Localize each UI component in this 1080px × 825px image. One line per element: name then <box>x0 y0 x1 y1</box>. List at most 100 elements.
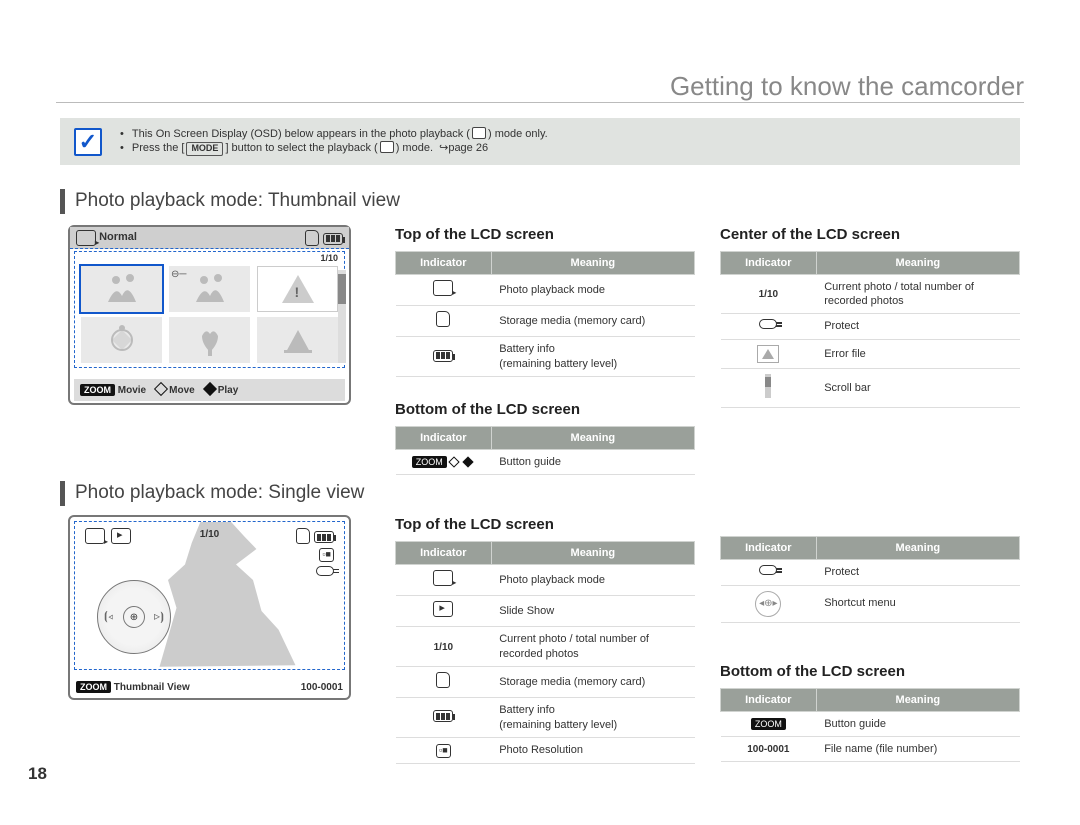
thumbnail <box>257 317 338 363</box>
sub-heading: Center of the LCD screen <box>720 225 1020 245</box>
cell: Storage media (memory card) <box>491 306 694 337</box>
photo-mode-icon <box>433 570 453 586</box>
lcd-thumbnail: Normal 1/10 ⊖─ ZOOM Movie Move Play <box>68 225 351 405</box>
diamond-icon <box>448 456 459 467</box>
movie-label: Movie <box>118 385 146 396</box>
battery-icon <box>323 233 343 245</box>
shortcut-menu-icon: ◂⊕▸ <box>755 591 781 617</box>
cell: Protect <box>816 560 1019 585</box>
cell: Battery info(remaining battery level) <box>491 337 694 377</box>
table-thumb-bottom: IndicatorMeaning ZOOM Button guide <box>395 426 695 476</box>
key-icon <box>759 319 777 329</box>
play-icon <box>203 381 217 395</box>
th-indicator: Indicator <box>721 537 817 560</box>
move-icon <box>154 381 168 395</box>
note-line: This On Screen Display (OSD) below appea… <box>120 127 1010 141</box>
photo-mode-icon <box>76 230 96 246</box>
photo-mode-icon <box>85 528 105 544</box>
battery-icon <box>314 531 334 543</box>
cell: File name (file number) <box>816 737 1019 762</box>
zoom-icon: ⊕ <box>123 606 145 628</box>
cell: Photo Resolution <box>491 737 694 763</box>
zoom-chip: ZOOM <box>751 718 786 730</box>
cell: Error file <box>816 339 1019 368</box>
th-meaning: Meaning <box>491 426 694 449</box>
cell: Battery info(remaining battery level) <box>491 698 694 738</box>
battery-icon <box>433 350 453 362</box>
file-text: 100-0001 <box>747 744 789 755</box>
sub-heading: Top of the LCD screen <box>395 515 695 535</box>
slideshow-icon <box>111 528 131 544</box>
zoom-chip: ZOOM <box>76 681 111 693</box>
diamond-icon <box>462 456 473 467</box>
thumbnail <box>81 266 162 312</box>
note-box: ✓ This On Screen Display (OSD) below app… <box>60 118 1020 165</box>
page-number: 18 <box>28 763 47 785</box>
table-single-top-b: IndicatorMeaning Protect ◂⊕▸ Shortcut men… <box>720 536 1020 623</box>
arrow-right-icon: ▹⦘ <box>154 609 164 625</box>
th-meaning: Meaning <box>816 537 1019 560</box>
card-icon <box>296 528 310 544</box>
slideshow-icon <box>433 601 453 617</box>
lock-icon: ⊖─ <box>171 268 186 281</box>
thumbnail <box>81 317 162 363</box>
th-indicator: Indicator <box>396 251 492 274</box>
playback-mode-icon <box>380 141 394 153</box>
cell: Storage media (memory card) <box>491 666 694 697</box>
page-title: Getting to know the camcorder <box>670 70 1024 104</box>
photo-mode-icon <box>433 280 453 296</box>
cell: Scroll bar <box>816 368 1019 407</box>
mode-button-label: MODE <box>186 142 223 156</box>
table-thumb-center: IndicatorMeaning 1/10 Current photo / tot… <box>720 251 1020 409</box>
sub-heading: Top of the LCD screen <box>395 225 695 245</box>
thumbnail: ⊖─ <box>169 266 250 312</box>
th-indicator: Indicator <box>396 426 492 449</box>
card-icon <box>436 311 450 327</box>
move-label: Move <box>169 385 195 396</box>
th-meaning: Meaning <box>816 688 1019 711</box>
scrollbar <box>338 270 346 363</box>
th-indicator: Indicator <box>396 541 492 564</box>
shortcut-menu-icon: ⦗◃ ⊕ ▹⦘ <box>97 580 171 654</box>
zoom-chip: ZOOM <box>80 384 115 396</box>
cell: Shortcut menu <box>816 585 1019 622</box>
photo-mode-icon <box>472 127 486 139</box>
normal-label: Normal <box>99 230 137 244</box>
file-number: 100-0001 <box>301 681 343 694</box>
battery-icon <box>433 710 453 722</box>
key-icon <box>759 565 777 575</box>
cell: Photo playback mode <box>491 564 694 595</box>
card-icon <box>436 672 450 688</box>
cell: Current photo / total number of recorded… <box>491 627 694 667</box>
cell: Button guide <box>491 449 694 474</box>
cell: Button guide <box>816 711 1019 736</box>
photo-count: 1/10 <box>200 528 219 541</box>
count-text: 1/10 <box>434 642 453 653</box>
arrow-left-icon: ⦗◃ <box>104 609 113 625</box>
count-text: 1/10 <box>759 289 778 300</box>
th-meaning: Meaning <box>491 541 694 564</box>
section-single-view: Photo playback mode: Single view <box>60 481 364 506</box>
th-meaning: Meaning <box>816 251 1019 274</box>
th-meaning: Meaning <box>491 251 694 274</box>
photo-count: 1/10 <box>320 253 338 265</box>
sub-heading: Bottom of the LCD screen <box>720 662 1020 682</box>
zoom-chip: ZOOM <box>412 456 447 468</box>
cell: Current photo / total number of recorded… <box>816 274 1019 314</box>
scrollbar-icon <box>765 374 771 398</box>
warning-icon <box>282 275 314 303</box>
th-indicator: Indicator <box>721 251 817 274</box>
check-icon: ✓ <box>74 128 102 156</box>
card-icon <box>305 230 319 246</box>
play-label: Play <box>218 385 239 396</box>
table-single-top-a: IndicatorMeaning Photo playback mode Sli… <box>395 541 695 764</box>
cell: Photo playback mode <box>491 274 694 305</box>
thumbnail-view-label: Thumbnail View <box>114 682 190 693</box>
cell: Slide Show <box>491 596 694 627</box>
thumbnail <box>169 317 250 363</box>
note-line: Press the [MODE] button to select the pl… <box>120 141 1010 156</box>
resolution-icon: ▫■ <box>319 548 334 562</box>
title-rule <box>56 102 1024 103</box>
lcd-single: 1/10 ▫■ ⦗◃ ⊕ ▹⦘ ZOOM Thumbnail View 100-… <box>68 515 351 700</box>
warning-icon <box>757 345 779 363</box>
